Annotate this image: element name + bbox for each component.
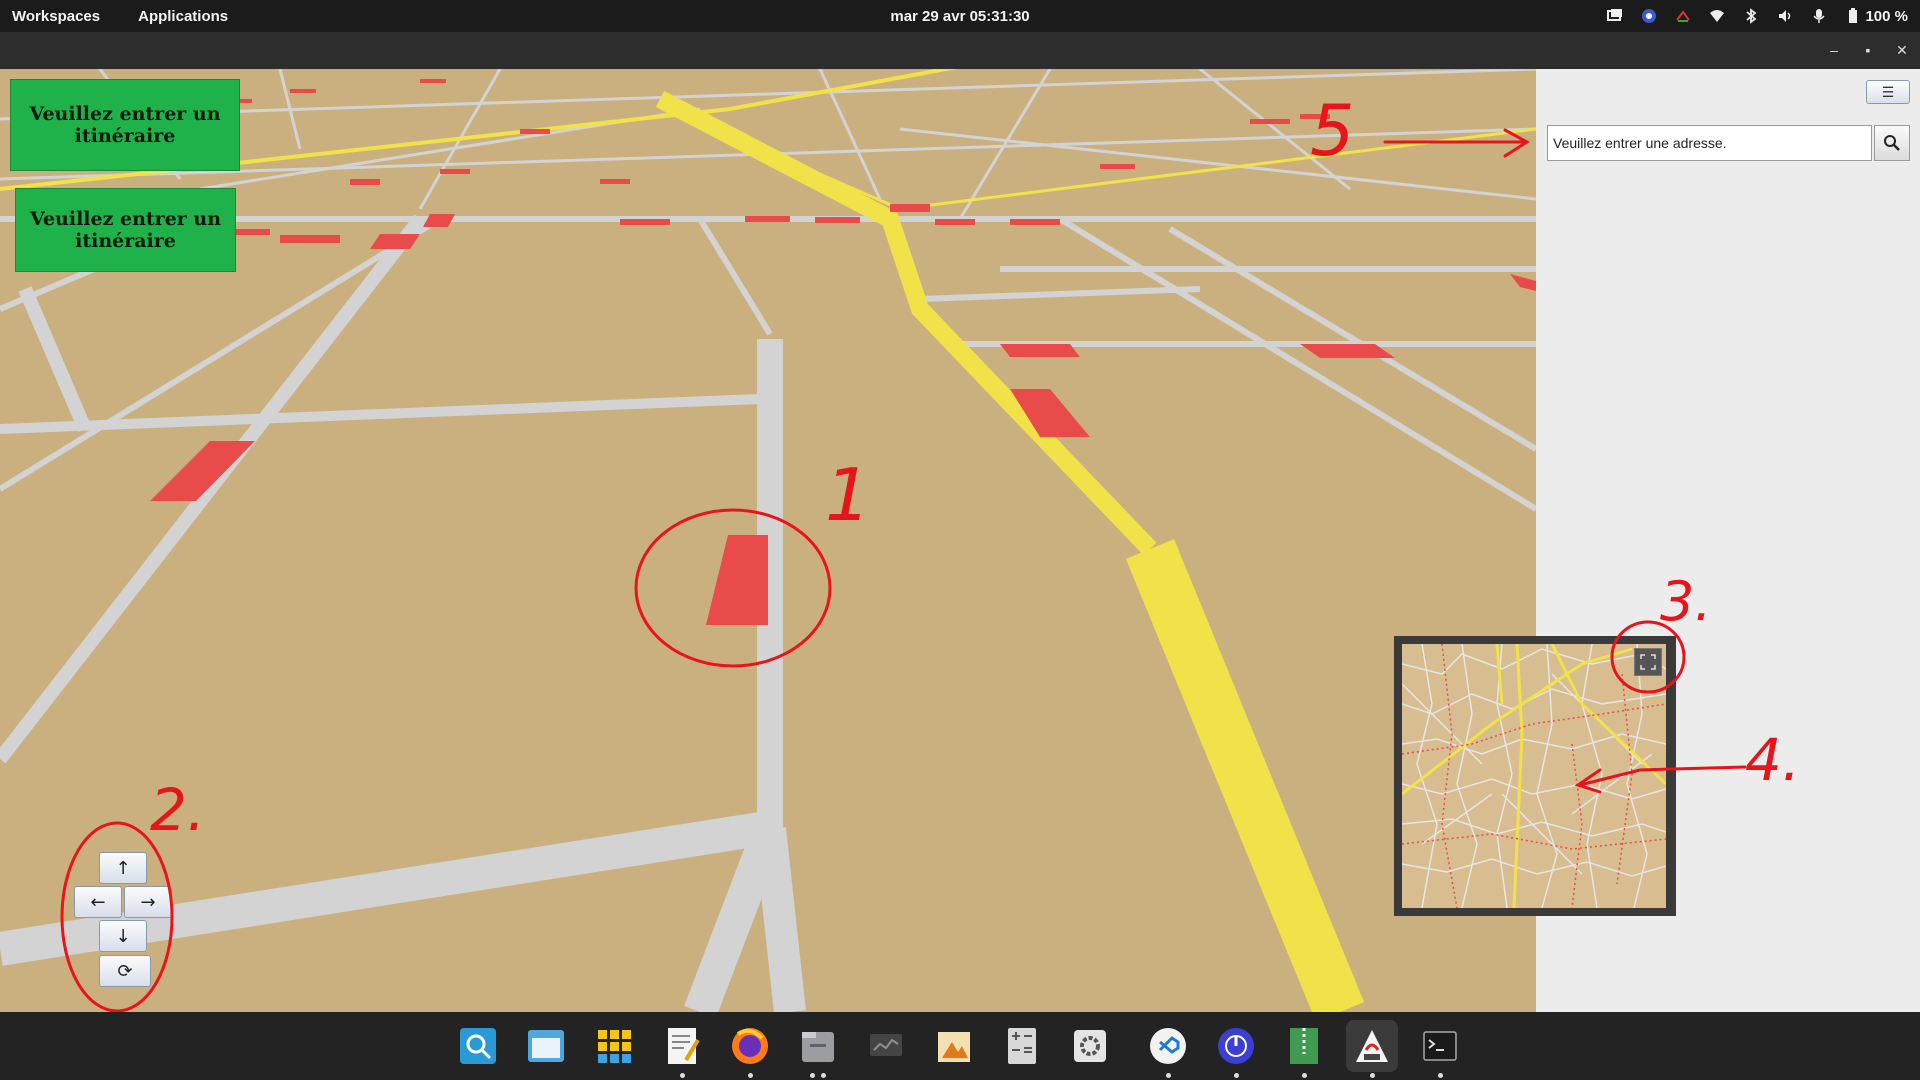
nav-up-button[interactable]: ↑	[99, 852, 147, 884]
route-button-secondary[interactable]: Veuillez entrer un itinéraire	[15, 188, 236, 272]
search-button[interactable]	[1874, 125, 1910, 161]
minimap-view[interactable]	[1402, 644, 1666, 908]
archive-icon[interactable]	[1278, 1020, 1330, 1078]
clock[interactable]: mar 29 avr 05:31:30	[890, 8, 1029, 25]
minimap[interactable]	[1394, 636, 1676, 916]
microphone-icon[interactable]	[1811, 8, 1827, 24]
address-input[interactable]	[1547, 125, 1872, 161]
vscode-icon[interactable]	[1142, 1020, 1194, 1078]
top-panel: Workspaces Applications mar 29 avr 05:31…	[0, 0, 1920, 32]
volume-icon[interactable]	[1777, 8, 1793, 24]
nav-right-button[interactable]: →	[124, 886, 172, 918]
nav-left-button[interactable]: ←	[74, 886, 122, 918]
menu-button[interactable]: ☰	[1866, 80, 1910, 104]
minimap-fullscreen-button[interactable]	[1634, 648, 1662, 676]
search-app-icon[interactable]	[452, 1020, 504, 1072]
power-tool-icon[interactable]	[1210, 1020, 1262, 1078]
screen-share-icon[interactable]	[1607, 8, 1623, 24]
window-titlebar: – ▪ ✕	[0, 32, 1920, 69]
bluetooth-icon[interactable]	[1743, 8, 1759, 24]
battery-level: 100 %	[1865, 7, 1908, 25]
search-icon	[1884, 135, 1900, 151]
route-button-primary[interactable]: Veuillez entrer un itinéraire	[10, 79, 240, 171]
image-viewer-icon[interactable]	[928, 1020, 980, 1072]
app-grid-icon[interactable]	[588, 1020, 640, 1072]
nav-down-button[interactable]: ↓	[99, 920, 147, 952]
system-monitor-icon[interactable]	[860, 1020, 912, 1072]
java-app-icon[interactable]	[1346, 1020, 1398, 1078]
nav-rotate-button[interactable]: ⟳	[99, 955, 151, 987]
dock	[0, 1012, 1920, 1080]
close-icon[interactable]: ✕	[1892, 40, 1912, 60]
firefox-icon[interactable]	[724, 1020, 776, 1078]
maximize-icon[interactable]: ▪	[1858, 40, 1878, 60]
files-icon[interactable]	[792, 1020, 844, 1078]
battery-icon[interactable]	[1845, 8, 1861, 24]
settings-icon[interactable]	[1064, 1020, 1116, 1072]
minimize-icon[interactable]: –	[1824, 40, 1844, 60]
wifi-icon[interactable]	[1709, 8, 1725, 24]
text-editor-icon[interactable]	[656, 1020, 708, 1078]
applications-menu[interactable]: Applications	[138, 8, 228, 25]
network-monitor-icon[interactable]	[1675, 8, 1691, 24]
vpn-icon[interactable]	[1641, 8, 1657, 24]
workspaces-menu[interactable]: Workspaces	[12, 8, 100, 25]
terminal-icon[interactable]	[1414, 1020, 1466, 1078]
file-manager-icon[interactable]	[520, 1020, 572, 1072]
calculator-icon[interactable]	[996, 1020, 1048, 1072]
map-3d-view[interactable]: Veuillez entrer un itinéraire Veuillez e…	[0, 69, 1536, 1012]
minimap-canvas	[1402, 644, 1666, 908]
fullscreen-icon	[1640, 654, 1656, 670]
